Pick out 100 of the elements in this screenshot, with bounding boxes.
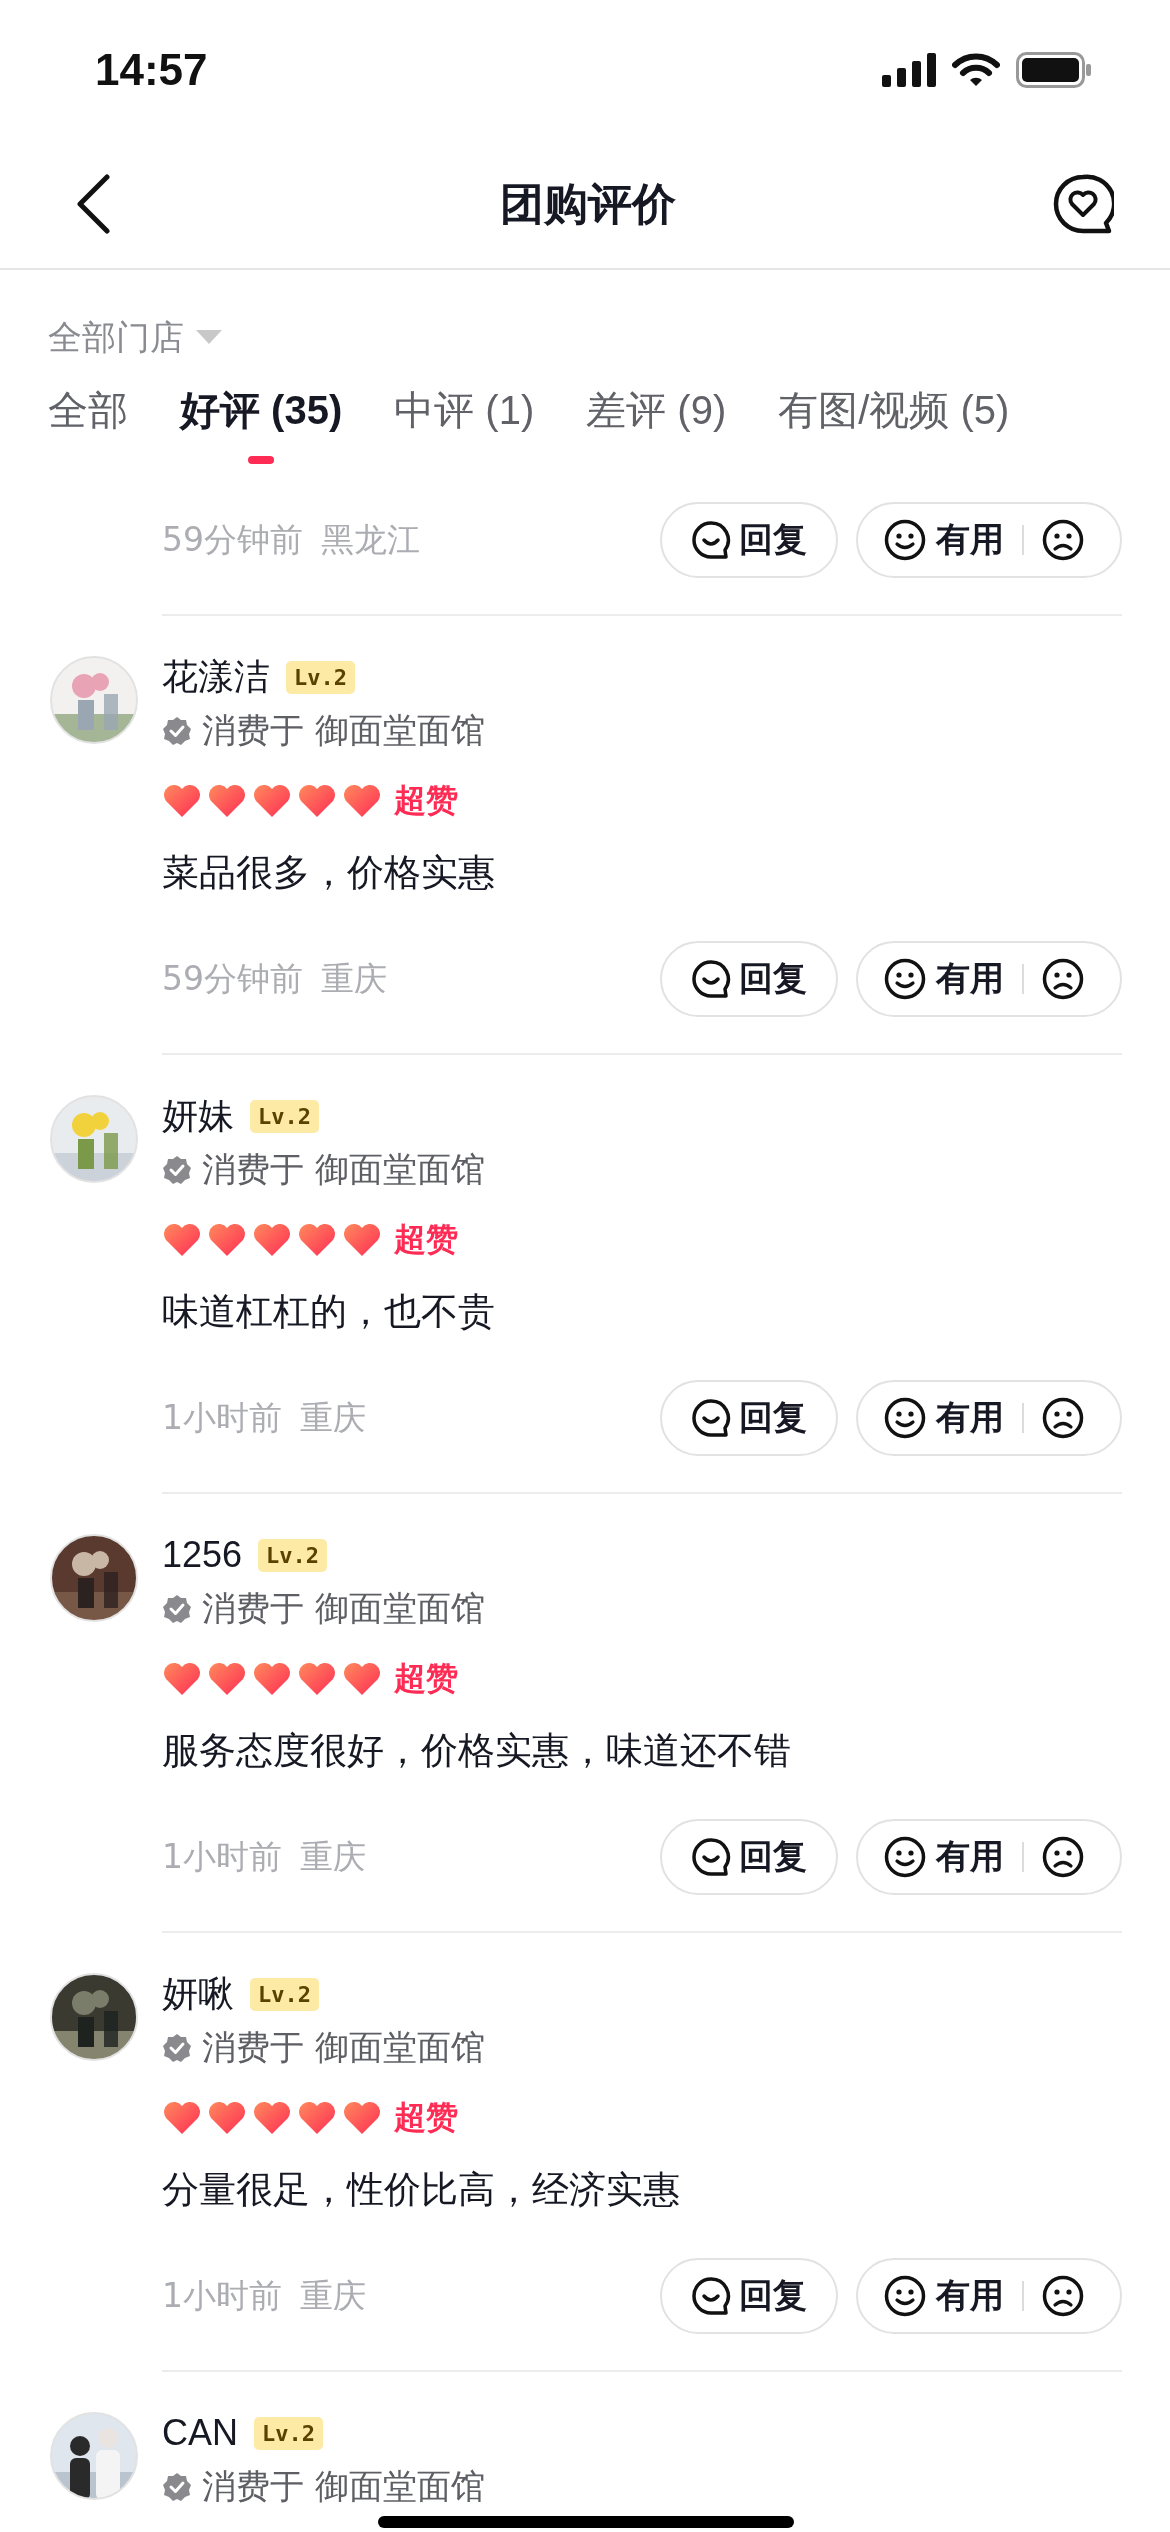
- shop-name: 消费于 御面堂面馆: [202, 2026, 485, 2069]
- verified-icon: [162, 2033, 192, 2063]
- caret-icon: [196, 330, 222, 346]
- review-text: 服务态度很好，价格实惠，味道还不错: [162, 1728, 792, 1774]
- review-time: 1小时前: [162, 1396, 282, 1439]
- review-location: 黑龙江: [321, 518, 420, 561]
- heart-icon: [207, 2100, 247, 2136]
- review-tab[interactable]: 差评 (9): [586, 378, 727, 442]
- frown-icon: [1042, 1836, 1084, 1878]
- reply-icon: [691, 1837, 731, 1877]
- user-name[interactable]: 妍妹: [162, 1091, 234, 1141]
- review-location: 重庆: [321, 957, 387, 1000]
- heart-icon: [297, 1222, 337, 1258]
- level-badge: Lv.2: [286, 660, 355, 694]
- shop-name: 消费于 御面堂面馆: [202, 2465, 485, 2508]
- heart-icon: [162, 1661, 202, 1697]
- review-tab[interactable]: 好评 (35): [180, 378, 343, 442]
- useful-button[interactable]: 有用: [884, 956, 1004, 1002]
- review-time: 1小时前: [162, 2274, 282, 2317]
- review-tab[interactable]: 中评 (1): [394, 378, 535, 442]
- shop-name: 消费于 御面堂面馆: [202, 1148, 485, 1191]
- verified-icon: [162, 1155, 192, 1185]
- heart-icon: [252, 1661, 292, 1697]
- heart-icon: [162, 1222, 202, 1258]
- level-badge: Lv.2: [250, 1099, 319, 1133]
- rating-label: 超赞: [394, 1658, 458, 1699]
- rating-label: 超赞: [394, 1219, 458, 1260]
- heart-icon: [342, 1661, 382, 1697]
- reply-button[interactable]: 回复: [660, 1380, 838, 1456]
- reply-button[interactable]: 回复: [660, 2258, 838, 2334]
- useful-button[interactable]: 有用: [884, 1395, 1004, 1441]
- heart-icon: [252, 1222, 292, 1258]
- review-time: 59分钟前: [162, 957, 303, 1000]
- frown-icon: [1042, 1397, 1084, 1439]
- heart-icon: [162, 783, 202, 819]
- review-location: 重庆: [300, 2274, 366, 2317]
- review-time: 1小时前: [162, 1835, 282, 1878]
- review-time: 59分钟前: [162, 518, 303, 561]
- wifi-icon: [952, 53, 1000, 87]
- review-text: 味道杠杠的，也不贵: [162, 1289, 496, 1335]
- useful-button[interactable]: 有用: [884, 1834, 1004, 1880]
- heart-icon: [252, 783, 292, 819]
- reply-icon: [691, 2276, 731, 2316]
- dislike-button[interactable]: [1042, 1397, 1084, 1439]
- dislike-button[interactable]: [1042, 2275, 1084, 2317]
- heart-icon: [252, 2100, 292, 2136]
- heart-icon: [162, 2100, 202, 2136]
- reply-icon: [691, 1398, 731, 1438]
- level-badge: Lv.2: [258, 1538, 328, 1572]
- rating-label: 超赞: [394, 780, 458, 821]
- dislike-button[interactable]: [1042, 1836, 1084, 1878]
- level-badge: Lv.2: [250, 1977, 319, 2011]
- review-location: 重庆: [300, 1396, 366, 1439]
- heart-icon: [207, 1222, 247, 1258]
- heart-icon: [342, 2100, 382, 2136]
- frown-icon: [1042, 2275, 1084, 2317]
- useful-button[interactable]: 有用: [884, 517, 1004, 563]
- heart-icon: [297, 783, 337, 819]
- battery-icon: [1016, 52, 1092, 88]
- smile-icon: [884, 958, 926, 1000]
- rating-label: 超赞: [394, 2097, 458, 2138]
- status-time: 14:57: [95, 45, 208, 95]
- reply-button[interactable]: 回复: [660, 502, 838, 578]
- page-title: 团购评价: [500, 176, 676, 231]
- heart-icon: [342, 1222, 382, 1258]
- user-name[interactable]: 1256: [162, 1534, 243, 1576]
- user-name[interactable]: 花漾洁: [162, 652, 270, 702]
- smile-icon: [884, 2275, 926, 2317]
- heart-icon: [297, 1661, 337, 1697]
- frown-icon: [1042, 519, 1084, 561]
- heart-chat-icon[interactable]: [1052, 173, 1114, 235]
- smile-icon: [884, 1836, 926, 1878]
- reply-button[interactable]: 回复: [660, 1819, 838, 1895]
- smile-icon: [884, 519, 926, 561]
- heart-icon: [207, 783, 247, 819]
- reply-icon: [691, 959, 731, 999]
- review-tab[interactable]: 有图/视频 (5): [778, 378, 1010, 442]
- heart-icon: [342, 783, 382, 819]
- verified-icon: [162, 2472, 192, 2502]
- reply-button[interactable]: 回复: [660, 941, 838, 1017]
- user-name[interactable]: 妍啾: [162, 1969, 234, 2019]
- dislike-button[interactable]: [1042, 519, 1084, 561]
- frown-icon: [1042, 958, 1084, 1000]
- heart-icon: [207, 1661, 247, 1697]
- review-location: 重庆: [300, 1835, 366, 1878]
- dislike-button[interactable]: [1042, 958, 1084, 1000]
- verified-icon: [162, 716, 192, 746]
- shop-name: 消费于 御面堂面馆: [202, 1587, 485, 1630]
- smile-icon: [884, 1397, 926, 1439]
- verified-icon: [162, 1594, 192, 1624]
- review-text: 菜品很多，价格实惠: [162, 850, 496, 896]
- signal-icon: [882, 53, 936, 87]
- review-tab[interactable]: 全部: [48, 378, 128, 442]
- heart-icon: [297, 2100, 337, 2136]
- user-name[interactable]: CAN: [162, 2412, 238, 2454]
- review-text: 分量很足，性价比高，经济实惠: [162, 2167, 681, 2213]
- level-badge: Lv.2: [254, 2416, 323, 2450]
- tab-indicator: [248, 456, 275, 464]
- useful-button[interactable]: 有用: [884, 2273, 1004, 2319]
- reply-icon: [691, 520, 731, 560]
